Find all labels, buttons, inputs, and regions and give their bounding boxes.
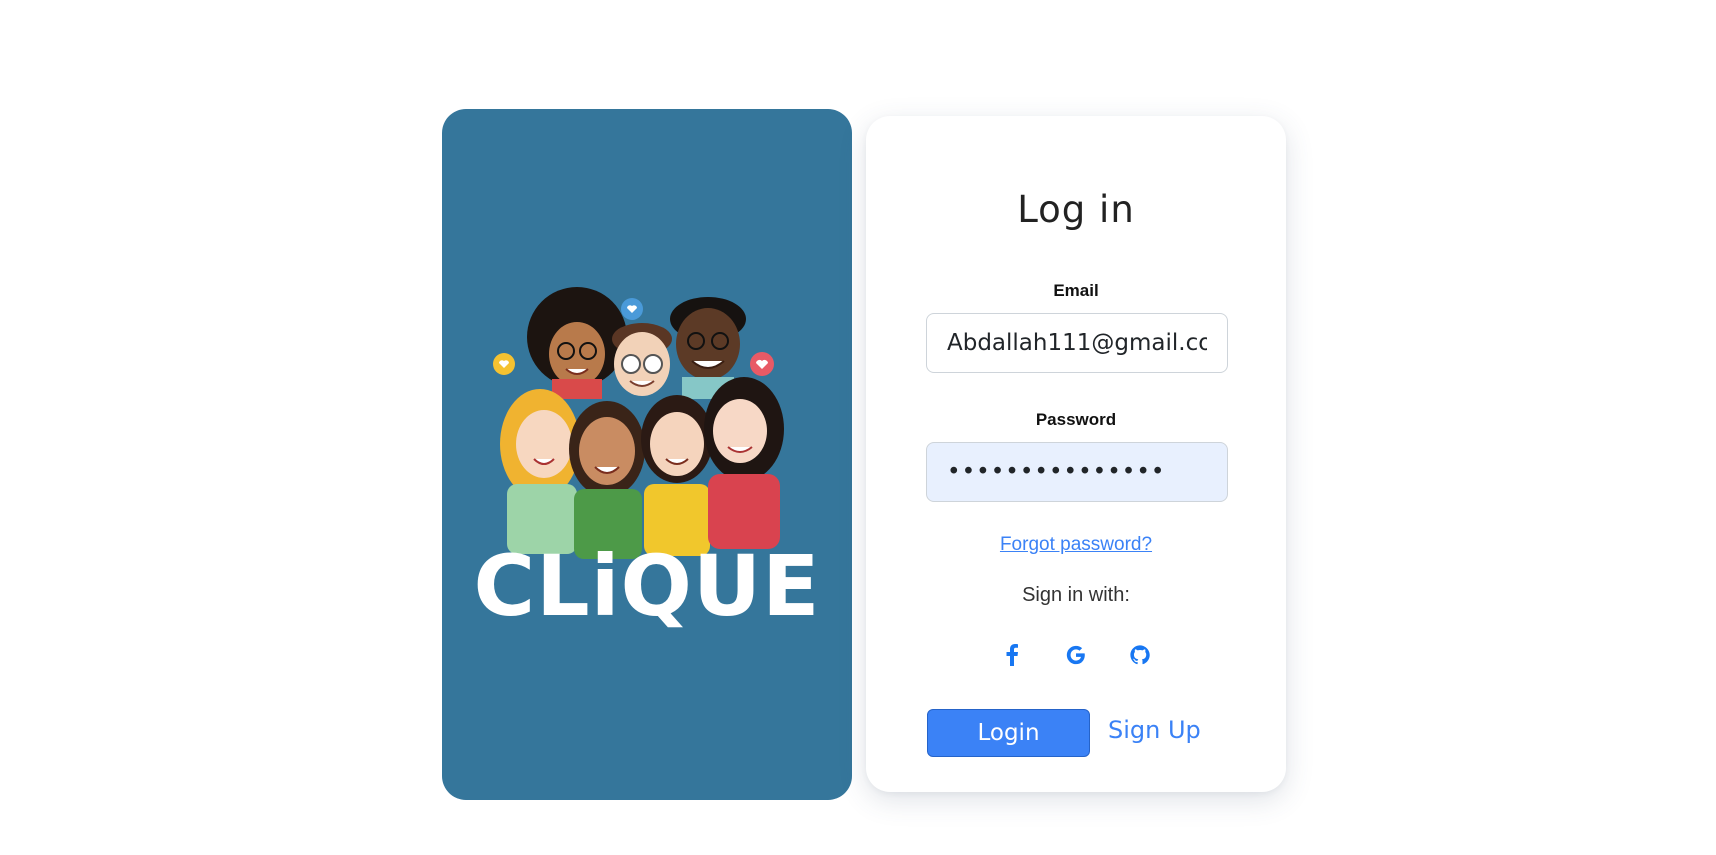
- login-card: Log in Email Password Forgot password? S…: [866, 116, 1286, 792]
- heart-bubble-icon: [621, 298, 643, 320]
- sign-in-with-label: Sign in with:: [1022, 584, 1130, 606]
- person-front-2: [569, 401, 645, 559]
- person-front-4: [704, 377, 784, 549]
- login-title: Log in: [1017, 188, 1135, 231]
- login-button[interactable]: Login: [927, 709, 1090, 757]
- email-label: Email: [1053, 281, 1099, 300]
- password-field[interactable]: [926, 442, 1228, 502]
- heart-bubble-icon: [493, 353, 515, 375]
- person-front-3: [641, 395, 713, 556]
- person-back-left: [527, 287, 627, 399]
- password-label: Password: [1035, 410, 1117, 429]
- brand-panel: CLiQUE: [442, 109, 852, 800]
- heart-bubble-icon: [750, 352, 774, 376]
- clique-logo: CLiQUE: [473, 537, 821, 635]
- sign-up-link[interactable]: Sign Up: [1108, 716, 1201, 744]
- group-of-friends-illustration: [493, 287, 784, 559]
- github-icon[interactable]: [1128, 643, 1152, 667]
- email-field[interactable]: [926, 313, 1228, 373]
- person-back-center: [612, 323, 672, 396]
- person-front-1: [500, 389, 580, 554]
- google-icon[interactable]: [1064, 643, 1088, 667]
- facebook-icon[interactable]: [1000, 643, 1024, 667]
- forgot-password-link[interactable]: Forgot password?: [866, 534, 1286, 556]
- social-login-row: [866, 643, 1286, 667]
- page: CLiQUE Log in Email Password Forgot pass…: [0, 0, 1716, 855]
